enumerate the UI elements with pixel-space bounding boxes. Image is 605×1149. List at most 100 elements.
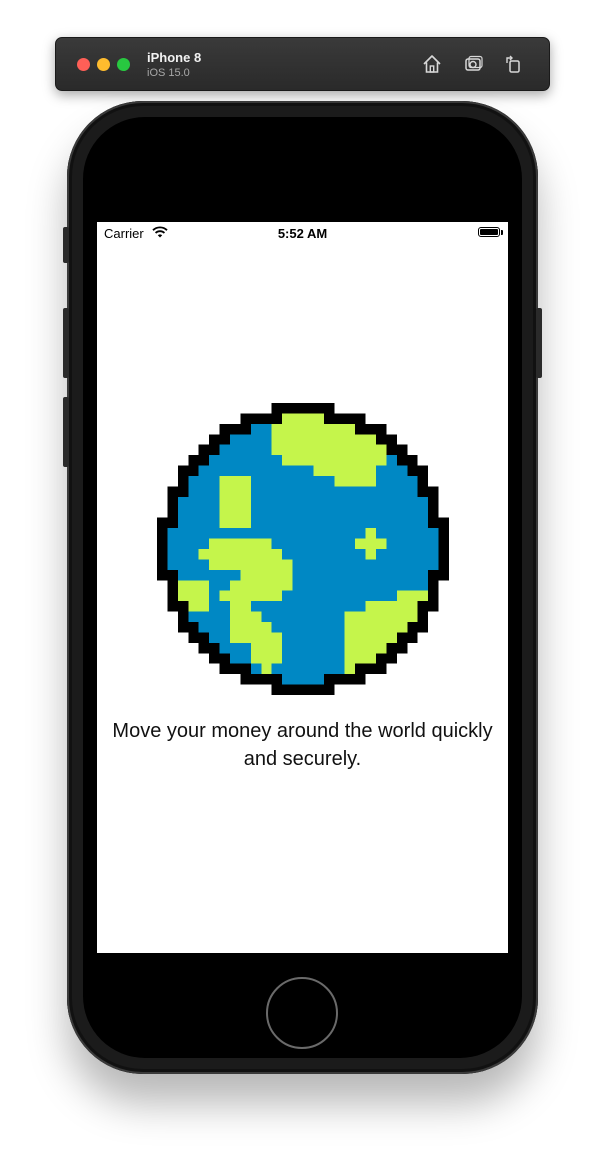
globe-pixel [271, 580, 283, 591]
globe-pixel [240, 507, 251, 518]
globe-pixel [417, 496, 429, 508]
globe-pixel [303, 549, 314, 560]
globe-pixel [313, 444, 324, 456]
globe-pixel [365, 465, 376, 476]
volume-up-button[interactable] [63, 308, 69, 378]
globe-pixel [261, 632, 272, 643]
rotate-icon[interactable] [503, 53, 525, 75]
globe-pixel [334, 507, 345, 518]
globe-pixel [323, 569, 335, 581]
globe-pixel [355, 476, 366, 487]
globe-pixel [407, 622, 418, 633]
globe-pixel [376, 465, 387, 476]
globe-pixel [376, 476, 387, 487]
globe-pixel [355, 590, 366, 602]
globe-pixel [198, 507, 210, 518]
globe-pixel [313, 486, 324, 497]
globe-pixel [334, 549, 345, 560]
globe-pixel [240, 642, 251, 654]
globe-pixel [292, 486, 303, 497]
globe-pixel [386, 622, 397, 633]
globe-pixel [219, 455, 230, 466]
globe-pixel [334, 590, 345, 602]
globe-pixel [323, 413, 335, 424]
screenshot-icon[interactable] [463, 53, 485, 75]
globe-pixel [376, 642, 387, 654]
onboarding-message: Move your money around the world quickly… [112, 720, 493, 770]
globe-pixel [250, 642, 262, 654]
globe-pixel [355, 559, 366, 570]
globe-pixel [344, 653, 356, 664]
globe-pixel [344, 569, 356, 581]
globe-pixel [261, 413, 272, 424]
globe-pixel [334, 611, 345, 622]
globe-pixel [230, 590, 241, 602]
globe-pixel [261, 559, 272, 570]
globe-pixel [344, 622, 356, 633]
globe-pixel [365, 632, 376, 643]
globe-pixel [428, 569, 439, 581]
minimize-window-button[interactable] [97, 58, 110, 71]
globe-pixel [376, 569, 387, 581]
globe-pixel [219, 622, 230, 633]
globe-pixel [230, 569, 241, 581]
globe-pixel [188, 601, 199, 612]
globe-pixel [428, 590, 439, 602]
globe-pixel [303, 465, 314, 476]
globe-pixel [355, 528, 366, 539]
globe-pixel [271, 455, 283, 466]
globe-pixel [303, 444, 314, 456]
globe-pixel [355, 423, 366, 435]
globe-pixel [365, 559, 376, 570]
globe-pixel [282, 684, 293, 695]
globe-pixel [438, 559, 449, 570]
globe-pixel [230, 663, 241, 675]
globe-pixel [188, 590, 199, 602]
globe-pixel [261, 434, 272, 445]
zoom-window-button[interactable] [117, 58, 130, 71]
globe-pixel [417, 476, 429, 487]
globe-pixel [209, 434, 220, 445]
globe-pixel [198, 486, 210, 497]
globe-pixel [355, 580, 366, 591]
globe-pixel [250, 434, 262, 445]
globe-pixel [365, 434, 376, 445]
home-icon[interactable] [421, 53, 443, 75]
globe-pixel [282, 559, 293, 570]
globe-pixel [282, 632, 293, 643]
globe-pixel [219, 444, 230, 456]
status-bar: Carrier 5:52 AM [97, 222, 508, 244]
globe-pixel [271, 653, 283, 664]
globe-pixel [386, 569, 397, 581]
globe-pixel [292, 455, 303, 466]
globe-pixel [396, 528, 408, 539]
globe-pixel [271, 465, 283, 476]
globe-pixel [365, 642, 376, 654]
home-button[interactable] [266, 977, 338, 1049]
close-window-button[interactable] [77, 58, 90, 71]
globe-pixel [344, 642, 356, 654]
globe-pixel [292, 684, 303, 695]
globe-pixel [407, 455, 418, 466]
globe-pixel [344, 496, 356, 508]
globe-pixel [198, 455, 210, 466]
globe-pixel [386, 434, 397, 445]
globe-pixel [355, 465, 366, 476]
globe-pixel [188, 549, 199, 560]
globe-pixel [240, 476, 251, 487]
globe-pixel [323, 423, 335, 435]
globe-pixel [177, 538, 189, 549]
globe-pixel [376, 423, 387, 435]
globe-pixel [313, 413, 324, 424]
power-button[interactable] [536, 308, 542, 378]
globe-pixel [323, 684, 335, 695]
globe-pixel [407, 632, 418, 643]
globe-pixel [417, 611, 429, 622]
globe-pixel [292, 549, 303, 560]
globe-pixel [177, 611, 189, 622]
globe-pixel [355, 517, 366, 529]
globe-pixel [219, 632, 230, 643]
globe-pixel [240, 569, 251, 581]
globe-pixel [313, 403, 324, 414]
volume-down-button[interactable] [63, 397, 69, 467]
